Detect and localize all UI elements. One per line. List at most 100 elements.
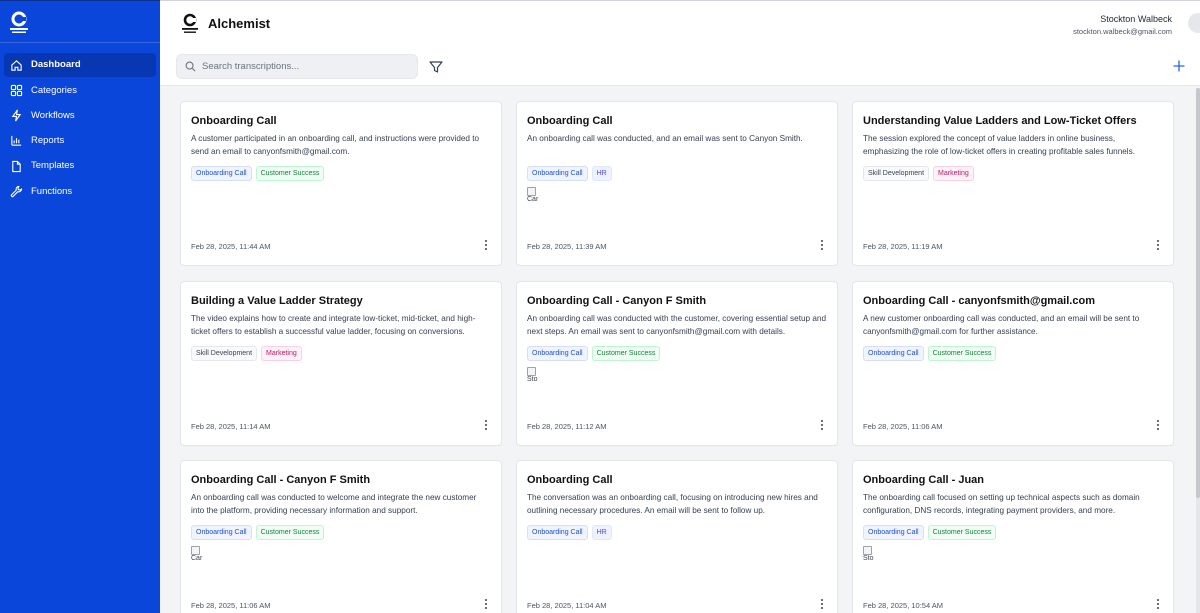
card-description: The session explored the concept of valu… [863, 134, 1135, 156]
sidebar-item-workflows[interactable]: Workflows [4, 104, 156, 128]
more-options-icon[interactable] [483, 419, 489, 431]
lightning-icon [11, 109, 22, 122]
sidebar-item-functions[interactable]: Functions [4, 179, 156, 203]
card-date: Feb 28, 2025, 11:14 AM [191, 422, 271, 431]
category-tag[interactable]: Marketing [261, 346, 302, 361]
image-alt-text: Car [191, 555, 203, 562]
transcription-card[interactable]: Onboarding Call - canyonfsmith@gmail.com… [852, 281, 1174, 446]
more-options-icon[interactable] [483, 239, 489, 251]
transcription-card[interactable]: Onboarding Call - Juan The onboarding ca… [852, 460, 1174, 613]
category-tag[interactable]: HR [591, 525, 612, 540]
home-icon [11, 59, 22, 71]
thumbnail-image: Car [191, 546, 211, 563]
add-icon[interactable] [1172, 59, 1186, 73]
sidebar-item-categories[interactable]: Categories [4, 78, 156, 102]
sidebar-item-templates[interactable]: Templates [4, 154, 156, 178]
card-tags: Onboarding Call HR [527, 166, 827, 181]
more-options-icon[interactable] [483, 598, 489, 610]
card-tags: Onboarding Call Customer Success [527, 346, 827, 361]
more-options-icon[interactable] [819, 419, 825, 431]
card-date: Feb 28, 2025, 11:04 AM [527, 601, 607, 610]
category-tag[interactable]: Skill Development [191, 346, 258, 361]
avatar[interactable] [1188, 13, 1200, 33]
category-tag[interactable]: Onboarding Call [527, 166, 588, 181]
card-tags: Skill Development Marketing [863, 166, 1163, 181]
search-input[interactable] [202, 61, 402, 72]
card-title: Onboarding Call - Juan [863, 474, 985, 486]
card-tags: Onboarding Call Customer Success [863, 525, 1163, 540]
filter-icon[interactable] [428, 59, 444, 75]
sidebar-item-dashboard[interactable]: Dashboard [4, 53, 156, 77]
more-options-icon[interactable] [1155, 598, 1161, 610]
transcription-card[interactable]: Building a Value Ladder Strategy The vid… [180, 281, 502, 446]
card-title: Onboarding Call - Canyon F Smith [191, 474, 371, 486]
sidebar-item-label: Categories [31, 84, 77, 96]
search-icon [185, 61, 196, 72]
transcription-card[interactable]: Onboarding Call - Canyon F Smith An onbo… [180, 460, 502, 613]
course-logo-icon [10, 11, 28, 33]
sidebar-item-reports[interactable]: Reports [4, 129, 156, 153]
card-tags: Onboarding Call Customer Success [863, 346, 1163, 361]
category-tag[interactable]: HR [591, 166, 612, 181]
chart-icon [11, 136, 22, 147]
card-title: Building a Value Ladder Strategy [191, 295, 363, 307]
sidebar-divider [0, 42, 160, 43]
broken-image-icon [863, 546, 872, 555]
category-tag[interactable]: Onboarding Call [527, 346, 588, 361]
top-bar: Alchemist Stockton Walbeck stockton.walb… [160, 0, 1200, 86]
card-description: The conversation was an onboarding call,… [527, 493, 818, 515]
sidebar-nav: Dashboard Categories Workflows Reports T… [4, 53, 156, 205]
sidebar-item-label: Dashboard [31, 59, 81, 71]
transcription-card[interactable]: Understanding Value Ladders and Low-Tick… [852, 101, 1174, 266]
card-title: Understanding Value Ladders and Low-Tick… [863, 115, 1137, 127]
category-tag[interactable]: Skill Development [863, 166, 930, 181]
card-date: Feb 28, 2025, 11:19 AM [863, 242, 943, 251]
thumbnail-image: Sto [863, 546, 883, 563]
sidebar: Dashboard Categories Workflows Reports T… [0, 0, 160, 613]
card-tags: Onboarding Call Customer Success [191, 166, 491, 181]
thumbnail-image: Sto [527, 367, 547, 384]
thumbnail-image: Car [527, 187, 547, 204]
scrollbar[interactable] [1196, 88, 1200, 613]
image-alt-text: Car [527, 196, 539, 203]
file-icon [12, 160, 21, 172]
category-tag[interactable]: Marketing [933, 166, 974, 181]
transcription-card[interactable]: Onboarding Call The conversation was an … [516, 460, 838, 613]
broken-image-icon [191, 546, 200, 555]
brand-logo-icon [182, 13, 198, 33]
card-title: Onboarding Call [527, 115, 613, 127]
user-email: stockton.walbeck@gmail.com [1073, 27, 1172, 36]
transcription-card[interactable]: Onboarding Call - Canyon F Smith An onbo… [516, 281, 838, 446]
app-title: Alchemist [208, 16, 271, 31]
more-options-icon[interactable] [1155, 239, 1161, 251]
image-alt-text: Sto [863, 555, 874, 562]
transcription-card[interactable]: Onboarding Call A customer participated … [180, 101, 502, 266]
card-title: Onboarding Call [527, 474, 613, 486]
card-date: Feb 28, 2025, 11:44 AM [191, 242, 271, 251]
user-info[interactable]: Stockton Walbeck stockton.walbeck@gmail.… [1073, 14, 1172, 36]
category-tag[interactable]: Customer Success [255, 525, 325, 540]
category-tag[interactable]: Customer Success [927, 525, 997, 540]
category-tag[interactable]: Onboarding Call [863, 525, 924, 540]
card-description: A customer participated in an onboarding… [191, 134, 480, 156]
more-options-icon[interactable] [819, 239, 825, 251]
card-description: An onboarding call was conducted with th… [527, 314, 827, 336]
card-title: Onboarding Call - Canyon F Smith [527, 295, 707, 307]
card-tags: Onboarding Call Customer Success [191, 525, 491, 540]
wrench-icon [10, 185, 23, 198]
category-tag[interactable]: Customer Success [927, 346, 997, 361]
more-options-icon[interactable] [819, 598, 825, 610]
category-tag[interactable]: Onboarding Call [527, 525, 588, 540]
grid-icon [10, 84, 23, 96]
scrollbar-thumb[interactable] [1196, 88, 1200, 498]
more-options-icon[interactable] [1155, 419, 1161, 431]
card-date: Feb 28, 2025, 11:39 AM [527, 242, 607, 251]
category-tag[interactable]: Onboarding Call [863, 346, 924, 361]
category-tag[interactable]: Onboarding Call [191, 525, 252, 540]
transcription-card[interactable]: Onboarding Call An onboarding call was c… [516, 101, 838, 266]
category-tag[interactable]: Onboarding Call [191, 166, 252, 181]
category-tag[interactable]: Customer Success [255, 166, 325, 181]
sidebar-item-label: Reports [31, 135, 65, 147]
user-name: Stockton Walbeck [1100, 14, 1172, 24]
category-tag[interactable]: Customer Success [591, 346, 661, 361]
